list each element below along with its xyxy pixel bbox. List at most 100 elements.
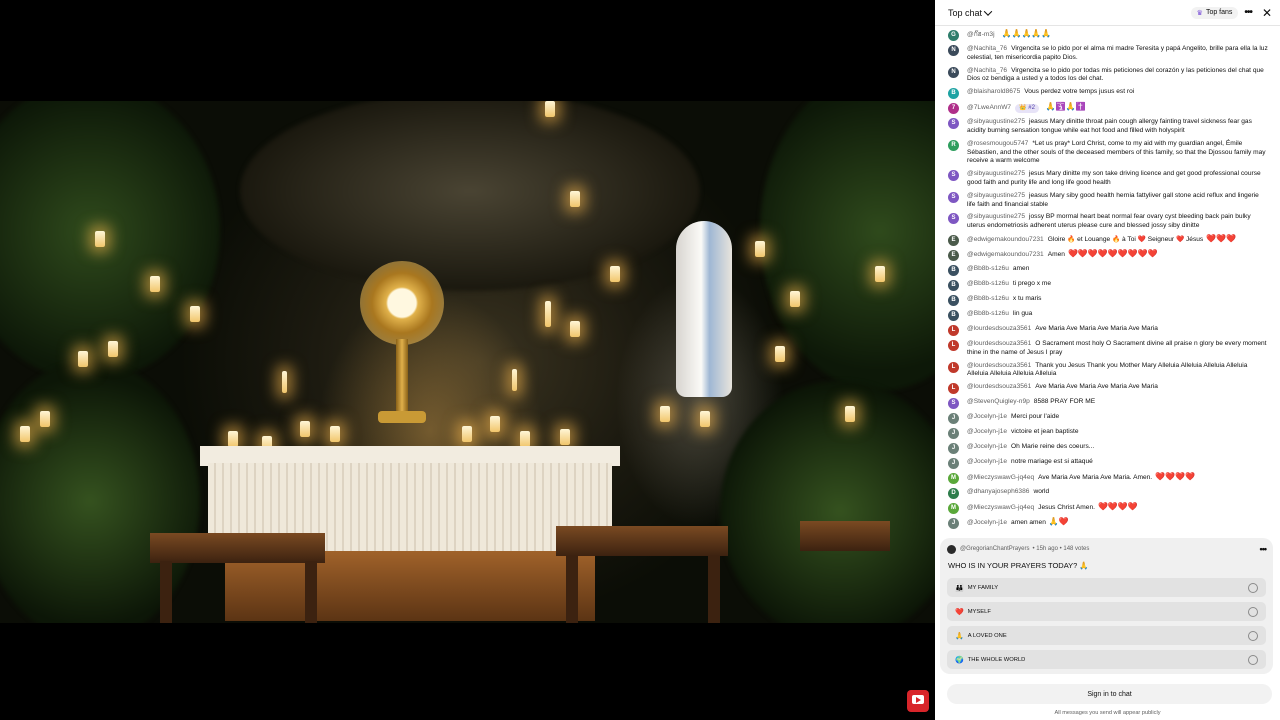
poll-radio-button[interactable] — [1248, 582, 1258, 593]
chat-message[interactable]: M @MieczyswawG-jq4eq Ave Maria Ave Maria A… — [935, 471, 1280, 486]
message-author[interactable]: @sibyaugustine275 — [967, 118, 1025, 125]
youtube-logo-icon[interactable] — [907, 690, 929, 712]
avatar[interactable]: L — [948, 361, 959, 373]
avatar[interactable]: B — [948, 264, 959, 276]
chat-message[interactable]: L @lourdesdsouza3561 Ave Maria Ave Maria A… — [935, 323, 1280, 338]
avatar[interactable]: N — [948, 45, 959, 56]
chat-message[interactable]: B @Bb8b-s1z6u ti prego x me — [935, 278, 1280, 293]
chat-message[interactable]: R @rosesmougou5747 *Let us pray* Lord Chri… — [935, 138, 1280, 168]
video-player[interactable] — [0, 0, 935, 720]
message-author[interactable]: @Jocelyn-j1e — [967, 519, 1007, 526]
avatar[interactable]: B — [948, 294, 959, 306]
avatar[interactable]: J — [948, 458, 959, 470]
chat-message[interactable]: M @MieczyswawG-jq4eq Jesus Christ Amen. ❤️❤… — [935, 501, 1280, 516]
avatar[interactable]: D — [948, 488, 959, 500]
avatar[interactable]: S — [948, 398, 959, 410]
message-author[interactable]: @Jocelyn-j1e — [967, 413, 1007, 420]
avatar[interactable]: B — [948, 309, 959, 321]
message-author[interactable]: @rosesmougou5747 — [967, 140, 1028, 147]
chat-mode-dropdown[interactable]: Top chat — [948, 6, 993, 18]
avatar[interactable]: E — [948, 249, 959, 261]
chat-message-list[interactable]: G @ก๊ฮ-m3j 🙏🙏🙏🙏🙏 N @Nachita_76 Virgencita se … — [935, 26, 1280, 538]
chat-message[interactable]: G @ก๊ฮ-m3j 🙏🙏🙏🙏🙏 — [935, 28, 1280, 43]
poll-radio-button[interactable] — [1248, 630, 1258, 641]
message-author[interactable]: @Bb8b-s1z6u — [967, 265, 1009, 272]
avatar[interactable]: J — [948, 518, 959, 530]
message-author[interactable]: @Bb8b-s1z6u — [967, 310, 1009, 317]
chat-message[interactable]: J @Jocelyn-j1e notre mariage est si attaqu… — [935, 456, 1280, 471]
more-vert-icon[interactable]: ••• — [1244, 7, 1252, 18]
message-author[interactable]: @MieczyswawG-jq4eq — [967, 504, 1034, 511]
chat-message[interactable]: B @Bb8b-s1z6u x tu maris — [935, 293, 1280, 308]
top-fans-button[interactable]: ♛ Top fans — [1190, 6, 1239, 19]
chat-message[interactable]: S @sibyaugustine275 jossy BP mormal heart … — [935, 211, 1280, 233]
avatar[interactable]: N — [948, 66, 959, 78]
chat-message[interactable]: S @sibyaugustine275 jeasus Mary siby good … — [935, 190, 1280, 212]
avatar[interactable]: B — [948, 88, 959, 100]
sign-in-to-chat-button[interactable]: Sign in to chat — [947, 684, 1272, 704]
avatar[interactable]: L — [948, 339, 959, 351]
message-author[interactable]: @lourdesdsouza3561 — [967, 362, 1031, 369]
chat-message[interactable]: B @blaisharold8675 Vous perdez votre temps… — [935, 86, 1280, 101]
avatar[interactable]: S — [948, 213, 959, 225]
message-author[interactable]: @StevenQuigley-n9p — [967, 398, 1030, 405]
message-author[interactable]: @edwigemakoundou7231 — [967, 236, 1044, 243]
message-author[interactable]: @Bb8b-s1z6u — [967, 295, 1009, 302]
message-author[interactable]: @lourdesdsouza3561 — [967, 340, 1031, 347]
chat-message[interactable]: 7 @7LweAnnW7 👑 #2 🙏🛐🙏✝️ — [935, 101, 1280, 116]
message-author[interactable]: @dhanyajoseph6386 — [967, 488, 1029, 495]
chat-message[interactable]: L @lourdesdsouza3561 Thank you Jesus Thank… — [935, 360, 1280, 382]
avatar[interactable]: J — [948, 413, 959, 425]
poll-radio-button[interactable] — [1248, 654, 1258, 665]
message-author[interactable]: @Jocelyn-j1e — [967, 428, 1007, 435]
chat-message[interactable]: L @lourdesdsouza3561 Ave Maria Ave Maria A… — [935, 381, 1280, 396]
chat-message[interactable]: B @Bb8b-s1z6u lin gua — [935, 308, 1280, 323]
avatar[interactable]: G — [948, 30, 959, 41]
chat-message[interactable]: N @Nachita_76 Virgencita se lo pido por to… — [935, 65, 1280, 87]
chat-message[interactable]: D @dhanyajoseph6386 world — [935, 486, 1280, 501]
message-author[interactable]: @Nachita_76 — [967, 67, 1007, 74]
message-author[interactable]: @sibyaugustine275 — [967, 213, 1025, 220]
message-author[interactable]: @lourdesdsouza3561 — [967, 325, 1031, 332]
poll-option[interactable]: 👪 MY FAMILY — [947, 578, 1266, 597]
close-icon[interactable]: ✕ — [1262, 6, 1272, 20]
chat-message[interactable]: J @Jocelyn-j1e victoire et jean baptiste — [935, 426, 1280, 441]
poll-option[interactable]: 🌍 THE WHOLE WORLD — [947, 650, 1266, 669]
message-author[interactable]: @lourdesdsouza3561 — [967, 383, 1031, 390]
chat-message[interactable]: E @edwigemakoundou7231 Gloire 🔥 et Louange… — [935, 233, 1280, 248]
message-author[interactable]: @Jocelyn-j1e — [967, 458, 1007, 465]
message-author[interactable]: @Jocelyn-j1e — [967, 443, 1007, 450]
avatar[interactable]: J — [948, 428, 959, 440]
chat-message[interactable]: E @edwigemakoundou7231 Amen ❤️❤️❤️❤️❤️❤️❤️❤… — [935, 248, 1280, 263]
chat-message[interactable]: J @Jocelyn-j1e Oh Marie reine des coeurs..… — [935, 441, 1280, 456]
chat-message[interactable]: L @lourdesdsouza3561 O Sacrament most holy… — [935, 338, 1280, 360]
message-author[interactable]: @Bb8b-s1z6u — [967, 280, 1009, 287]
chat-message[interactable]: N @Nachita_76 Virgencita se lo pido por el… — [935, 43, 1280, 65]
chat-message[interactable]: S @sibyaugustine275 jeasus Mary dinitte th… — [935, 116, 1280, 138]
more-horiz-icon[interactable]: ••• — [1260, 544, 1268, 554]
chat-message[interactable]: J @Jocelyn-j1e Merci pour l'aide — [935, 411, 1280, 426]
poll-radio-button[interactable] — [1248, 606, 1258, 617]
avatar[interactable]: S — [948, 118, 959, 130]
chat-message[interactable]: S @StevenQuigley-n9p 8588 PRAY FOR ME — [935, 396, 1280, 411]
chat-message[interactable]: S @sibyaugustine275 jesus Mary dinitte my … — [935, 168, 1280, 190]
poll-option[interactable]: ❤️ MYSELF — [947, 602, 1266, 621]
message-author[interactable]: @blaisharold8675 — [967, 88, 1020, 95]
chat-message[interactable]: J @Jocelyn-j1e amen amen 🙏❤️ — [935, 516, 1280, 531]
message-author[interactable]: @edwigemakoundou7231 — [967, 251, 1044, 258]
message-author[interactable]: @ก๊ฮ-m3j — [967, 31, 995, 38]
message-author[interactable]: @MieczyswawG-jq4eq — [967, 474, 1034, 481]
avatar[interactable]: S — [948, 191, 959, 203]
avatar[interactable]: M — [948, 473, 959, 485]
message-author[interactable]: @sibyaugustine275 — [967, 170, 1025, 177]
message-author[interactable]: @Nachita_76 — [967, 45, 1007, 52]
avatar[interactable]: M — [948, 503, 959, 515]
avatar[interactable]: J — [948, 443, 959, 455]
message-author[interactable]: @sibyaugustine275 — [967, 192, 1025, 199]
avatar[interactable]: L — [948, 324, 959, 336]
avatar[interactable]: L — [948, 383, 959, 395]
avatar[interactable]: B — [948, 279, 959, 291]
avatar[interactable]: 7 — [948, 103, 959, 115]
poll-option[interactable]: 🙏 A LOVED ONE — [947, 626, 1266, 645]
avatar[interactable]: E — [948, 234, 959, 246]
